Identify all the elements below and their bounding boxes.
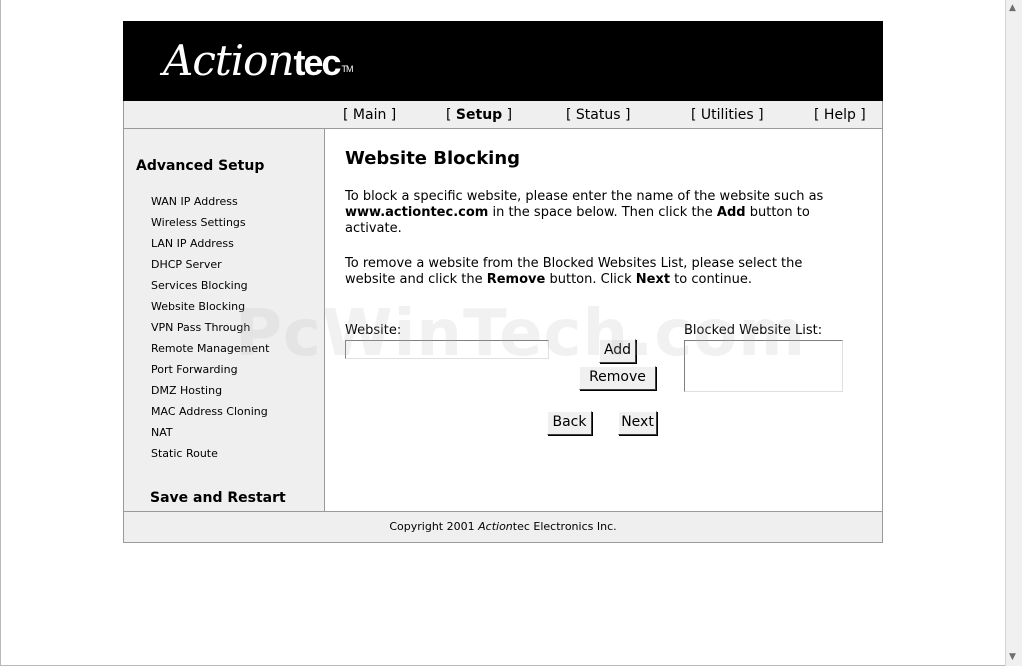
nav-status[interactable]: [ Status ] (566, 107, 630, 123)
blocked-website-list[interactable] (684, 340, 843, 392)
sidebar-item-services-blocking[interactable]: Services Blocking (151, 279, 248, 292)
instructions-add: To block a specific website, please ente… (345, 189, 850, 237)
next-button[interactable]: Next (618, 411, 657, 435)
sidebar-item-static-route[interactable]: Static Route (151, 447, 218, 460)
router-page: Actiontec TM [ Main ] [ Setup ] [ Status … (123, 21, 883, 543)
add-keyword: Add (716, 205, 746, 220)
sidebar-item-website-blocking[interactable]: Website Blocking (151, 300, 245, 313)
instructions-remove: To remove a website from the Blocked Web… (345, 256, 850, 288)
sidebar-item-lan-ip-address[interactable]: LAN IP Address (151, 237, 234, 250)
nav-main[interactable]: [ Main ] (343, 107, 396, 123)
nav-setup[interactable]: [ Setup ] (446, 107, 512, 123)
sidebar-item-dmz-hosting[interactable]: DMZ Hosting (151, 384, 222, 397)
sidebar-item-mac-address-cloning[interactable]: MAC Address Cloning (151, 405, 268, 418)
nav-utilities[interactable]: [ Utilities ] (691, 107, 764, 123)
next-keyword: Next (635, 272, 671, 287)
footer: Copyright 2001 Actiontec Electronics Inc… (123, 511, 883, 543)
sidebar-item-vpn-pass-through[interactable]: VPN Pass Through (151, 321, 250, 334)
page-title: Website Blocking (345, 148, 521, 169)
blocked-list-label: Blocked Website List: (684, 323, 823, 338)
sidebar-item-port-forwarding[interactable]: Port Forwarding (151, 363, 238, 376)
actiontec-logo: Actiontec TM (163, 35, 354, 89)
instructions-add-text-1: To block a specific website, please ente… (345, 189, 824, 204)
nav-main-label: Main (352, 107, 387, 123)
main-content: Website Blocking To block a specific web… (325, 128, 883, 511)
nav-utilities-label: Utilities (700, 107, 754, 123)
nav-help-label: Help (823, 107, 856, 123)
scroll-up-icon[interactable]: ▲ (1009, 3, 1016, 13)
header-banner: Actiontec TM (123, 21, 883, 101)
copyright-brand-italic: Action (478, 520, 513, 533)
remove-keyword: Remove (486, 272, 546, 287)
copyright-brand-rest: tec Electronics Inc. (512, 520, 617, 533)
logo-script: Action (163, 36, 294, 85)
logo-trademark: TM (341, 64, 354, 74)
instructions-add-text-2: in the space below. Then click the (488, 205, 717, 220)
instructions-remove-text-3: to continue. (670, 272, 753, 287)
top-nav: [ Main ] [ Setup ] [ Status ] [ Utilitie… (123, 101, 883, 128)
back-button[interactable]: Back (547, 411, 592, 435)
page-border-left (0, 0, 1, 666)
sidebar: Advanced Setup WAN IP Address Wireless S… (123, 128, 325, 511)
nav-setup-label: Setup (455, 107, 503, 123)
save-and-restart-link[interactable]: Save and Restart (150, 490, 286, 506)
sidebar-title: Advanced Setup (136, 158, 265, 174)
nav-help[interactable]: [ Help ] (814, 107, 866, 123)
sidebar-item-dhcp-server[interactable]: DHCP Server (151, 258, 222, 271)
add-button[interactable]: Add (599, 339, 636, 363)
copyright-text: Copyright 2001 (389, 520, 479, 533)
website-label: Website: (345, 323, 402, 338)
vertical-scrollbar[interactable]: ▲ ▼ (1005, 0, 1022, 666)
sidebar-item-nat[interactable]: NAT (151, 426, 173, 439)
scroll-down-icon[interactable]: ▼ (1009, 652, 1016, 662)
website-input[interactable] (345, 340, 549, 359)
instructions-remove-text-2: button. Click (545, 272, 636, 287)
remove-button[interactable]: Remove (579, 366, 656, 390)
sidebar-item-wan-ip-address[interactable]: WAN IP Address (151, 195, 238, 208)
sidebar-item-remote-management[interactable]: Remote Management (151, 342, 269, 355)
nav-status-label: Status (575, 107, 621, 123)
sidebar-item-wireless-settings[interactable]: Wireless Settings (151, 216, 246, 229)
example-url: www.actiontec.com (345, 205, 489, 220)
logo-tec: tec (293, 42, 342, 83)
